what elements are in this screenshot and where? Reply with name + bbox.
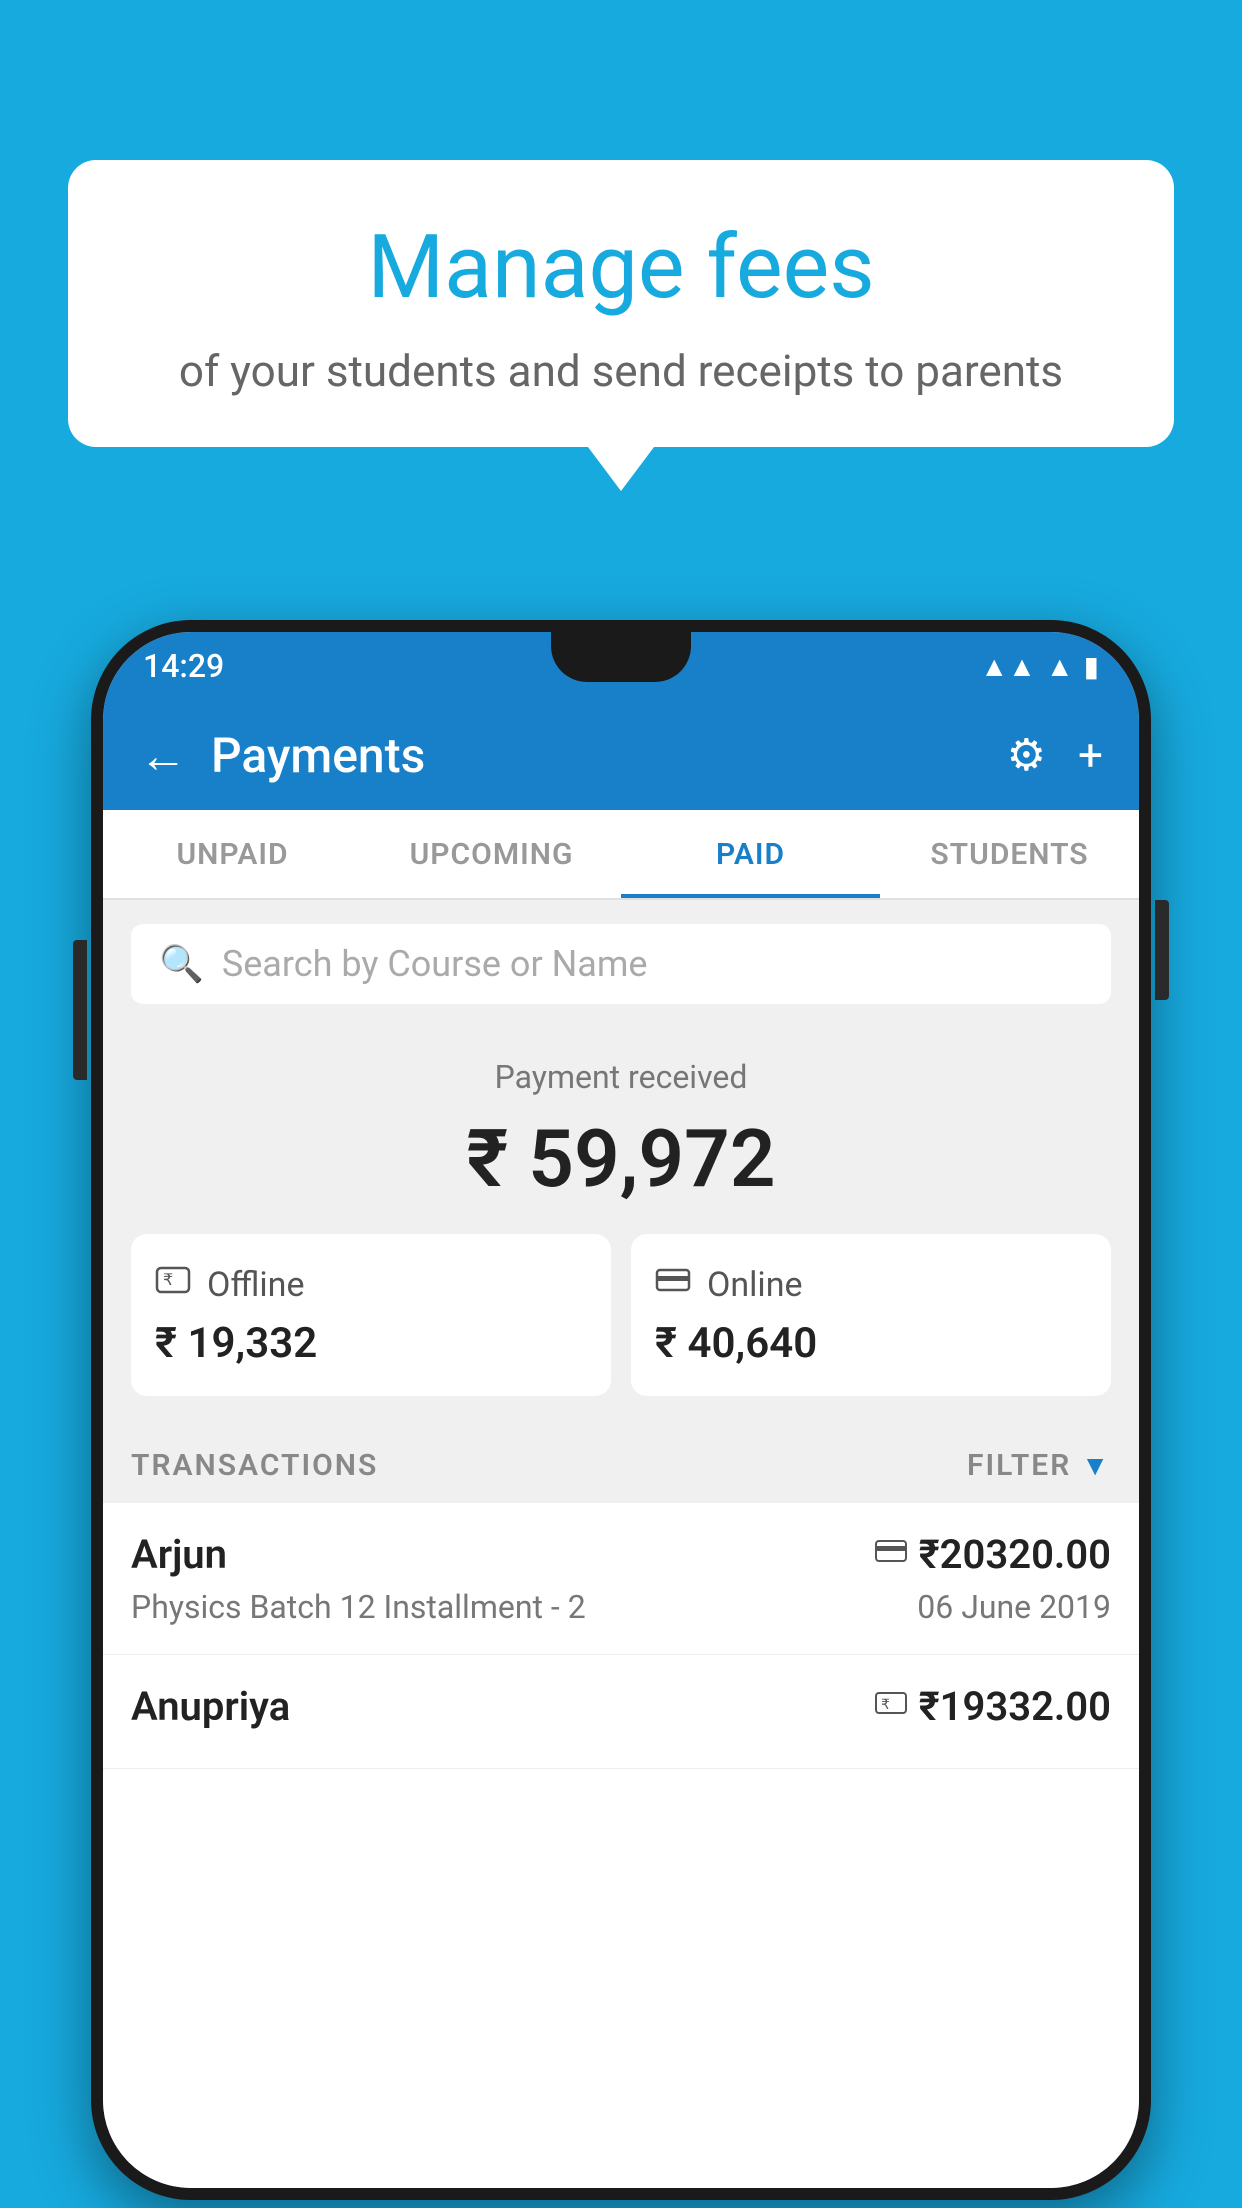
transactions-header: TRANSACTIONS FILTER ▼ [103,1424,1139,1503]
transaction-item[interactable]: Arjun ₹20320.00 Physics Batch 12 Install… [103,1503,1139,1655]
phone-screen: 14:29 ▲▲ ▲ ▮ ← Payments ⚙ + UNPAID UPCOM… [103,632,1139,2188]
online-icon [655,1262,691,1307]
back-button[interactable]: ← [139,727,187,784]
transaction-row2: Physics Batch 12 Installment - 2 06 June… [131,1588,1111,1626]
search-placeholder: Search by Course or Name [222,943,648,985]
search-icon: 🔍 [159,943,204,985]
payment-cards: ₹ Offline ₹ 19,332 [131,1234,1111,1396]
search-container: 🔍 Search by Course or Name [103,900,1139,1028]
payment-total: ₹ 59,972 [131,1112,1111,1206]
offline-card-header: ₹ Offline [155,1262,587,1307]
transaction-name: Arjun [131,1531,227,1578]
speech-bubble: Manage fees of your students and send re… [68,160,1174,447]
plus-icon[interactable]: + [1078,729,1103,781]
tabs: UNPAID UPCOMING PAID STUDENTS [103,810,1139,900]
svg-text:₹: ₹ [163,1272,173,1289]
bubble-title: Manage fees [118,220,1124,317]
offline-label: Offline [207,1265,304,1305]
phone-shell: 14:29 ▲▲ ▲ ▮ ← Payments ⚙ + UNPAID UPCOM… [91,620,1151,2200]
online-card-header: Online [655,1262,1087,1307]
tab-unpaid[interactable]: UNPAID [103,810,362,898]
offline-card: ₹ Offline ₹ 19,332 [131,1234,611,1396]
online-amount: ₹ 40,640 [655,1319,1087,1368]
offline-amount: ₹ 19,332 [155,1319,587,1368]
transaction-date: 06 June 2019 [917,1588,1111,1626]
tab-students[interactable]: STUDENTS [880,810,1139,898]
offline-icon: ₹ [155,1262,191,1307]
app-bar: ← Payments ⚙ + [103,700,1139,810]
bubble-subtitle: of your students and send receipts to pa… [118,345,1124,397]
app-bar-icons: ⚙ + [1007,729,1103,781]
transaction-item[interactable]: Anupriya ₹ ₹19332.00 [103,1655,1139,1769]
transaction-amount: ₹19332.00 [919,1683,1111,1730]
transaction-list: Arjun ₹20320.00 Physics Batch 12 Install… [103,1503,1139,2188]
status-icons: ▲▲ ▲ ▮ [980,650,1099,683]
payment-summary: Payment received ₹ 59,972 ₹ Offline [103,1028,1139,1424]
signal-icon: ▲ [1046,650,1074,683]
svg-text:₹: ₹ [881,1696,890,1712]
transaction-row1: Anupriya ₹ ₹19332.00 [131,1683,1111,1730]
transaction-amount-wrapper: ₹20320.00 [875,1531,1111,1578]
transactions-label: TRANSACTIONS [131,1448,378,1483]
transaction-row1: Arjun ₹20320.00 [131,1531,1111,1578]
offline-payment-icon: ₹ [875,1689,907,1725]
tab-upcoming[interactable]: UPCOMING [362,810,621,898]
tab-paid[interactable]: PAID [621,810,880,898]
notch [551,632,691,682]
transaction-amount: ₹20320.00 [919,1531,1111,1578]
battery-icon: ▮ [1084,650,1099,683]
status-bar: 14:29 ▲▲ ▲ ▮ [103,632,1139,700]
wifi-icon: ▲▲ [980,650,1035,683]
filter-icon: ▼ [1081,1449,1111,1482]
gear-icon[interactable]: ⚙ [1007,729,1046,781]
online-payment-icon [875,1537,907,1572]
online-card: Online ₹ 40,640 [631,1234,1111,1396]
payment-received-label: Payment received [131,1058,1111,1096]
filter-button[interactable]: FILTER ▼ [967,1448,1111,1483]
search-bar[interactable]: 🔍 Search by Course or Name [131,924,1111,1004]
transaction-amount-wrapper: ₹ ₹19332.00 [875,1683,1111,1730]
app-title: Payments [211,727,1007,784]
online-label: Online [707,1265,803,1305]
status-time: 14:29 [143,647,224,685]
transaction-name: Anupriya [131,1683,290,1730]
transaction-course: Physics Batch 12 Installment - 2 [131,1588,586,1626]
